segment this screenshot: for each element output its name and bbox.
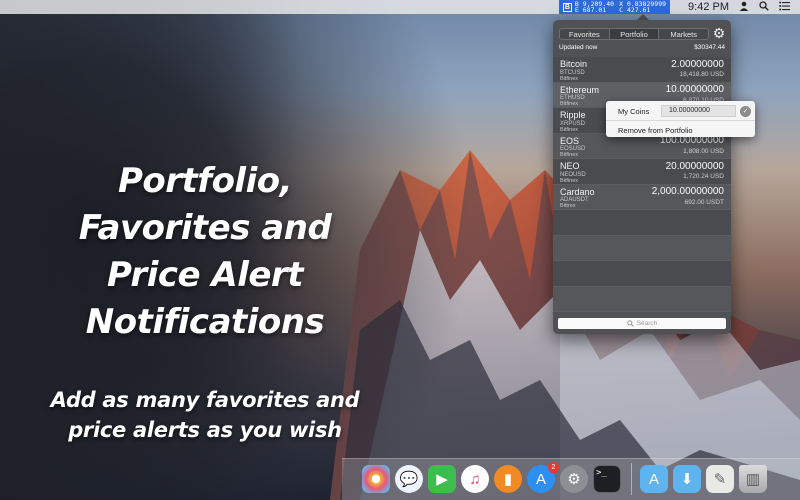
coin-row-neo[interactable]: NEO NEOUSD Bitfinex 20.00000000 1,720.24… [553,159,731,185]
bitcoin-logo-icon: B [562,2,572,12]
coin-exchange: Bitfinex [560,177,579,184]
empty-row [553,235,731,261]
my-coins-label: My Coins [618,107,650,116]
menubar-clock[interactable]: 9:42 PM [688,1,729,13]
coin-exchange: Bitfinex [560,101,579,107]
empty-row [553,210,731,236]
portfolio-summary: Updated now $30347.44 [559,44,725,51]
coin-value: 18,418.80 USD [679,71,724,78]
my-coins-input[interactable]: 10.00000000 [661,105,736,117]
search-placeholder: Search [636,320,658,327]
tab-favorites[interactable]: Favorites [560,29,610,39]
crypto-ticker-menu-item[interactable]: B B 9,209.40 X 0.83829999 E 687.01 C 427… [558,0,671,14]
search-field[interactable]: Search [558,318,726,329]
coin-row-bitcoin[interactable]: Bitcoin BTCUSD Bitfinex 2.00000000 18,41… [553,57,731,83]
photos-icon[interactable] [362,465,390,493]
app-store-badge: 2 [548,462,559,473]
subline-line: Add as many favorites and [50,388,360,412]
downloads-folder-icon[interactable]: ⬇ [673,465,701,493]
coin-list: Bitcoin BTCUSD Bitfinex 2.00000000 18,41… [553,57,731,312]
my-coins-row: My Coins 10.00000000 ✓ [606,101,755,121]
segmented-tabs: Favorites Portfolio Markets [559,28,709,40]
search-icon[interactable] [759,0,769,14]
coin-name: Ripple [560,110,586,120]
marketing-headline: Portfolio, Favorites and Price Alert Not… [60,158,350,346]
coin-name: Ethereum [560,84,600,95]
portfolio-popover: Favorites Portfolio Markets ⚙ Updated no… [553,20,731,334]
coin-value: 1,720.24 USD [683,173,724,180]
preview-icon[interactable]: ✎ [706,465,734,493]
empty-row [553,261,731,287]
tab-portfolio[interactable]: Portfolio [609,29,660,39]
coin-exchange: Bittrex [560,203,576,209]
ticker-ltc: C 427.61 [619,6,651,14]
ibooks-icon[interactable]: ▮ [494,465,522,493]
coin-amount: 2,000.00000000 [651,186,724,197]
coin-exchange: Bitfinex [560,152,579,158]
trash-icon[interactable]: ▥ [739,465,767,493]
dock-separator [631,463,632,495]
confirm-check-icon[interactable]: ✓ [740,106,751,117]
subline-line: price alerts as you wish [68,418,342,442]
list-icon[interactable] [779,1,790,14]
user-icon[interactable] [739,1,749,14]
coin-name: NEO [560,161,580,171]
coin-exchange: Bitfinex [560,126,579,133]
coin-value: 1,808.00 USD [683,147,724,155]
applications-folder-icon[interactable]: A [640,465,668,493]
gear-icon[interactable]: ⚙ [712,26,726,40]
headline-line: Favorites and [78,208,332,248]
headline-line: Portfolio, [117,161,293,201]
portfolio-total: $30347.44 [694,44,725,51]
system-preferences-icon[interactable]: ⚙ [560,465,588,493]
facetime-icon[interactable]: ▶ [428,465,456,493]
coin-name: Bitcoin [560,59,588,69]
coin-row-cardano[interactable]: Cardano ADAUSDT Bittrex 2,000.00000000 6… [553,184,731,210]
coin-name: EOS [560,135,580,146]
ticker-eth: E 687.01 [574,6,607,14]
empty-row [553,286,731,312]
ticker-values: B 9,209.40 X 0.83829999 E 687.01 C 427.6… [574,0,666,14]
coin-row-eos[interactable]: EOS EOSUSD Bitfinex 100.00000000 1,808.0… [553,133,731,159]
menu-bar: B B 9,209.40 X 0.83829999 E 687.01 C 427… [0,0,800,14]
itunes-icon[interactable]: ♫ [461,465,489,493]
remove-from-portfolio-item[interactable]: Remove from Portfolio [618,126,693,135]
coin-context-menu: My Coins 10.00000000 ✓ Remove from Portf… [606,101,755,137]
updated-status: Updated now [559,44,598,51]
messages-icon[interactable]: 💬 [395,465,423,493]
headline-line: Price Alert [107,255,303,295]
tab-markets[interactable]: Markets [659,29,708,39]
coin-amount: 2.00000000 [671,58,724,70]
headline-line: Notifications [85,302,325,342]
marketing-subline: Add as many favorites and price alerts a… [30,385,380,445]
coin-amount: 10.00000000 [665,84,724,95]
coin-value: 692.00 USDT [684,198,724,206]
search-icon [626,320,634,327]
terminal-icon[interactable]: >_ [593,465,621,493]
coin-exchange: Bitfinex [560,75,579,82]
coin-name: Cardano [560,186,595,197]
coin-amount: 20.00000000 [665,160,724,172]
